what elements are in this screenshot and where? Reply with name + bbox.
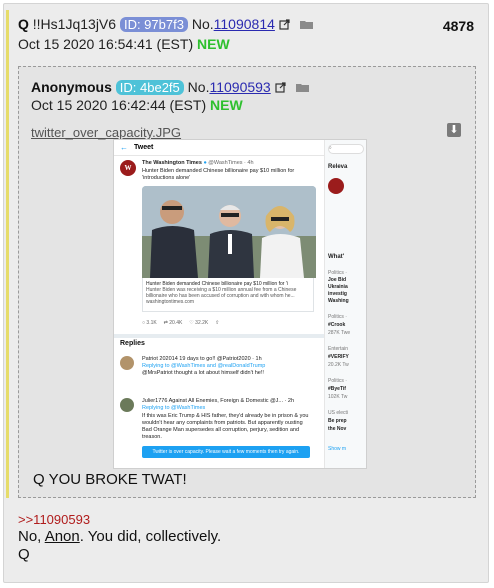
reply-body-line-2: Q bbox=[18, 546, 30, 563]
tweet-handle: @WashTimes · 4h bbox=[208, 160, 254, 166]
tweet-top-bar: ← Tweet bbox=[114, 140, 324, 156]
show-more-link: Show m bbox=[328, 446, 347, 452]
share-icon: ⇧ bbox=[215, 320, 220, 326]
tweet-card: Hunter Biden demanded Chinese billionair… bbox=[142, 278, 314, 312]
tweet-photo bbox=[142, 186, 316, 278]
external-link-icon[interactable] bbox=[275, 80, 286, 96]
quoted-new-badge: NEW bbox=[210, 97, 243, 113]
trends-sidebar: ⌕ Releva What' Politics · Joe Bid Ukrain… bbox=[325, 140, 366, 468]
post-date-line: Oct 15 2020 16:54:41 (EST) NEW bbox=[18, 36, 230, 52]
reply-avatar bbox=[120, 398, 134, 412]
tweet-top-title: Tweet bbox=[134, 144, 154, 151]
reply1-to: Replying to @WashTimes and @realDonaldTr… bbox=[142, 363, 266, 369]
trend-item: 287K Twe bbox=[328, 330, 351, 336]
trend-item: #Crook bbox=[328, 322, 346, 328]
trend-item: 102K Tw bbox=[328, 394, 348, 400]
tweet-column: ← Tweet W The Washington Times ● @WashTi… bbox=[114, 140, 325, 468]
reply2-to: Replying to @WashTimes bbox=[142, 405, 206, 411]
trend-item: Ukrainia bbox=[328, 284, 348, 290]
reply1-name: Patriot 202014 19 days to go!! @Patriot2… bbox=[142, 356, 262, 362]
replies-header: Replies bbox=[120, 340, 145, 347]
reply2-text-4: treason. bbox=[142, 434, 162, 440]
relevant-avatar bbox=[328, 178, 344, 194]
quoted-number-link[interactable]: 11090593 bbox=[209, 79, 270, 95]
reply-icon: ○ bbox=[142, 320, 146, 326]
post-header: Q !!Hs1Jq13jV6 ID: 97b7f3 No.11090814 bbox=[18, 16, 314, 33]
retweet-count: 20.4K bbox=[169, 320, 183, 326]
quoted-post-text: Q YOU BROKE TWAT! bbox=[33, 471, 187, 488]
trend-item: 20.2K Tw bbox=[328, 362, 349, 368]
reply-text-anon: Anon bbox=[44, 528, 80, 545]
tweet-author: The Washington Times bbox=[142, 160, 202, 166]
reply-avatar bbox=[120, 356, 134, 370]
poster-tripcode: !!Hs1Jq13jV6 bbox=[32, 16, 117, 32]
reply2-text-3: Bad Orange Man supersedes all corruption… bbox=[142, 427, 300, 433]
back-arrow-icon: ← bbox=[120, 143, 128, 152]
quoted-id-badge[interactable]: ID: 4be2f5 bbox=[115, 80, 184, 95]
reply1-text: @MrsPatriot thought a lot about himself … bbox=[142, 370, 264, 376]
tweet-author-line: The Washington Times ● @WashTimes · 4h bbox=[142, 160, 254, 166]
trend-item: Joe Bid bbox=[328, 277, 347, 283]
trend-item: investig bbox=[328, 291, 347, 297]
quoted-no-label: No. bbox=[187, 79, 210, 95]
reply2-name: Julier1776 Against All Enemies, Foreign … bbox=[142, 398, 295, 404]
quoted-header: Anonymous ID: 4be2f5 No.11090593 bbox=[31, 79, 310, 96]
post-number-link[interactable]: 11090814 bbox=[214, 16, 275, 32]
new-badge: NEW bbox=[197, 36, 230, 52]
reply-quote-link[interactable]: >>11090593 bbox=[18, 512, 90, 527]
tweet-text-2: 'introductions alone' bbox=[142, 175, 191, 181]
tweet-actions: ○ 3.1K ⇄ 20.4K ♡ 32.2K ⇧ bbox=[142, 320, 219, 326]
verified-icon: ● bbox=[203, 160, 207, 166]
reply-text-pre: No, bbox=[18, 528, 45, 545]
like-count: 32.2K bbox=[195, 320, 209, 326]
quoted-poster-name: Anonymous bbox=[31, 79, 112, 95]
search-box: ⌕ bbox=[328, 144, 364, 154]
post-date: Oct 15 2020 16:54:41 (EST) bbox=[18, 36, 194, 52]
post-accent-bar bbox=[6, 10, 9, 498]
trend-item: Entertain bbox=[328, 346, 349, 352]
post-container: Q !!Hs1Jq13jV6 ID: 97b7f3 No.11090814 48… bbox=[3, 3, 489, 583]
download-icon[interactable]: ⬇ bbox=[447, 123, 461, 137]
search-icon: ⌕ bbox=[329, 145, 332, 151]
over-capacity-toast: Twitter is over capacity. Please wait a … bbox=[142, 446, 310, 458]
trend-item: US electi bbox=[328, 410, 349, 416]
post-no-label: No. bbox=[191, 16, 214, 32]
trend-item: Politics · bbox=[328, 314, 347, 320]
trend-item: the Nov bbox=[328, 426, 347, 432]
folder-icon[interactable] bbox=[299, 17, 314, 33]
quoted-date: Oct 15 2020 16:42:44 (EST) bbox=[31, 97, 207, 113]
reply2-text-2: wouldn't hear any complaints from patrio… bbox=[142, 420, 303, 426]
relevant-header: Releva bbox=[328, 164, 348, 170]
tweet-text: Hunter Biden demanded Chinese billionair… bbox=[142, 168, 295, 174]
reply-count: 3.1K bbox=[146, 320, 157, 326]
attached-image[interactable]: ← Tweet W The Washington Times ● @WashTi… bbox=[113, 139, 367, 469]
trend-item: #VERIFY bbox=[328, 354, 349, 360]
folder-icon[interactable] bbox=[295, 80, 310, 96]
like-icon: ♡ bbox=[189, 320, 194, 326]
section-separator bbox=[114, 334, 324, 338]
trend-item: Washing bbox=[328, 298, 349, 304]
reply-body-line-1: No, Anon. You did, collectively. bbox=[18, 528, 221, 545]
trend-item: Be prep bbox=[328, 418, 347, 424]
tweet-card-url: washingtontimes.com bbox=[146, 299, 195, 305]
quoted-date-line: Oct 15 2020 16:42:44 (EST) NEW bbox=[31, 97, 243, 113]
post-count: 4878 bbox=[442, 18, 474, 34]
quoted-post: Anonymous ID: 4be2f5 No.11090593 Oct 15 … bbox=[18, 66, 476, 498]
poster-name: Q bbox=[18, 16, 29, 32]
washington-times-logo: W bbox=[120, 160, 136, 176]
whats-happening-header: What' bbox=[328, 254, 345, 260]
reply2-text-1: If this was Eric Trump & HIS father, the… bbox=[142, 413, 309, 419]
poster-id-badge[interactable]: ID: 97b7f3 bbox=[119, 17, 188, 32]
trend-item: Politics · bbox=[328, 270, 347, 276]
trend-item: #ByeTif bbox=[328, 386, 346, 392]
tweet-card-desc: Hunter Biden was receiving a $10 million… bbox=[146, 287, 297, 299]
file-name-link[interactable]: twitter_over_capacity.JPG bbox=[31, 125, 181, 140]
trend-item: Politics · bbox=[328, 378, 347, 384]
retweet-icon: ⇄ bbox=[163, 320, 168, 326]
reply-text-post: . You did, collectively. bbox=[79, 528, 222, 545]
external-link-icon[interactable] bbox=[279, 17, 290, 33]
